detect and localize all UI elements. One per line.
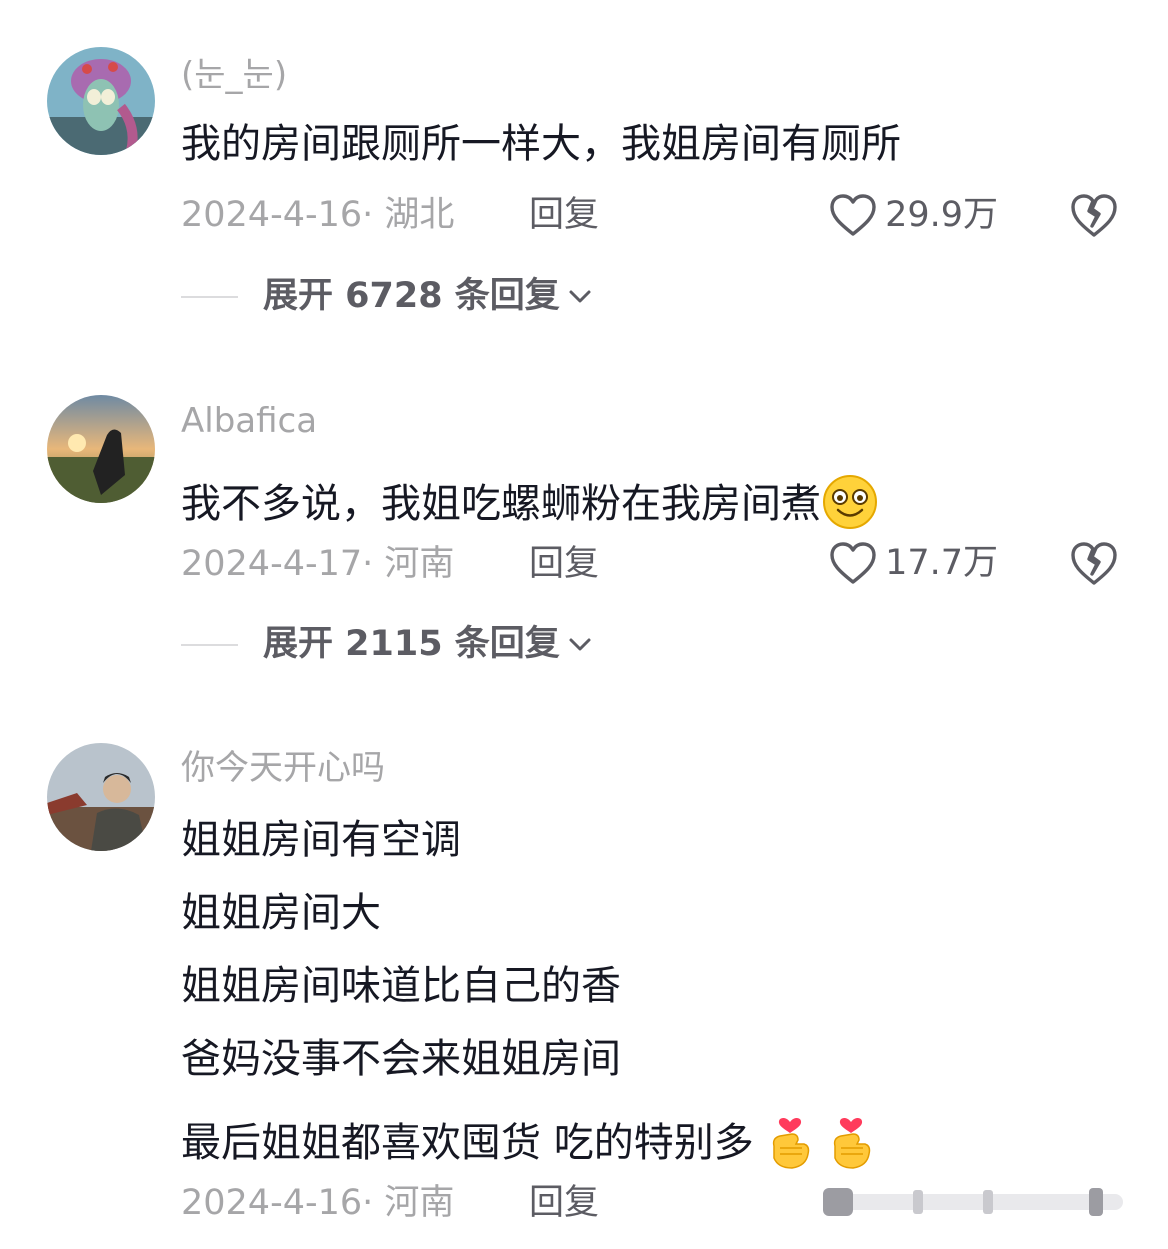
finger-heart-emoji <box>827 1112 875 1177</box>
expand-replies-label: 展开 6728 条回复 <box>263 276 560 316</box>
smiling-face-emoji <box>821 473 879 538</box>
comment-text: 我的房间跟厕所一样大，我姐房间有厕所 <box>181 121 901 167</box>
comment-text-line: 姐姐房间味道比自己的香 <box>181 963 621 1009</box>
username[interactable]: Albafica <box>181 404 317 438</box>
broken-heart-icon <box>1070 540 1118 586</box>
dislike-button[interactable] <box>1070 192 1118 238</box>
reply-button[interactable]: 回复 <box>529 1186 599 1221</box>
blurred-action-bar <box>823 1184 1123 1220</box>
heart-outline-icon <box>829 541 877 585</box>
like-count: 17.7万 <box>885 542 998 583</box>
avatar[interactable] <box>47 47 155 155</box>
reply-button[interactable]: 回复 <box>529 547 599 582</box>
comment-meta: 2024-4-16· 河南 <box>181 1183 455 1223</box>
comment-meta: 2024-4-17· 河南 <box>181 544 455 584</box>
chevron-down-icon <box>569 290 591 302</box>
avatar[interactable] <box>47 743 155 851</box>
comment-text: 我不多说，我姐吃螺蛳粉在我房间煮 <box>181 473 879 538</box>
like-button[interactable]: 29.9万 <box>829 193 998 237</box>
expand-replies-button[interactable]: 展开 2115 条回复 <box>181 627 592 662</box>
like-count: 29.9万 <box>885 194 998 235</box>
comment-text-line: 姐姐房间大 <box>181 890 381 936</box>
comment-text-line: 姐姐房间有空调 <box>181 817 461 863</box>
comment-text-content: 我不多说，我姐吃螺蛳粉在我房间煮 <box>181 481 821 527</box>
comment-text: 姐姐房间有空调 姐姐房间大 姐姐房间味道比自己的香 爸妈没事不会来姐姐房间 最后… <box>181 820 875 1185</box>
heart-outline-icon <box>829 193 877 237</box>
comment-meta: 2024-4-16· 湖北 <box>181 195 455 235</box>
expand-replies-label: 展开 2115 条回复 <box>263 624 560 664</box>
broken-heart-icon <box>1070 192 1118 238</box>
comment-text-line-last: 最后姐姐都喜欢囤货 吃的特别多 <box>181 1112 875 1185</box>
username[interactable]: (눈_눈) <box>181 58 287 92</box>
username[interactable]: 你今天开心吗 <box>181 751 385 785</box>
dislike-button[interactable] <box>1070 540 1118 586</box>
divider <box>181 295 238 298</box>
divider <box>181 643 238 646</box>
finger-heart-emoji <box>766 1112 814 1177</box>
reply-button[interactable]: 回复 <box>529 198 599 233</box>
avatar[interactable] <box>47 395 155 503</box>
chevron-down-icon <box>569 638 591 650</box>
like-button[interactable]: 17.7万 <box>829 541 998 585</box>
comment-text-content: 最后姐姐都喜欢囤货 吃的特别多 <box>181 1120 754 1166</box>
comment-text-line: 爸妈没事不会来姐姐房间 <box>181 1036 621 1082</box>
expand-replies-button[interactable]: 展开 6728 条回复 <box>181 279 592 314</box>
